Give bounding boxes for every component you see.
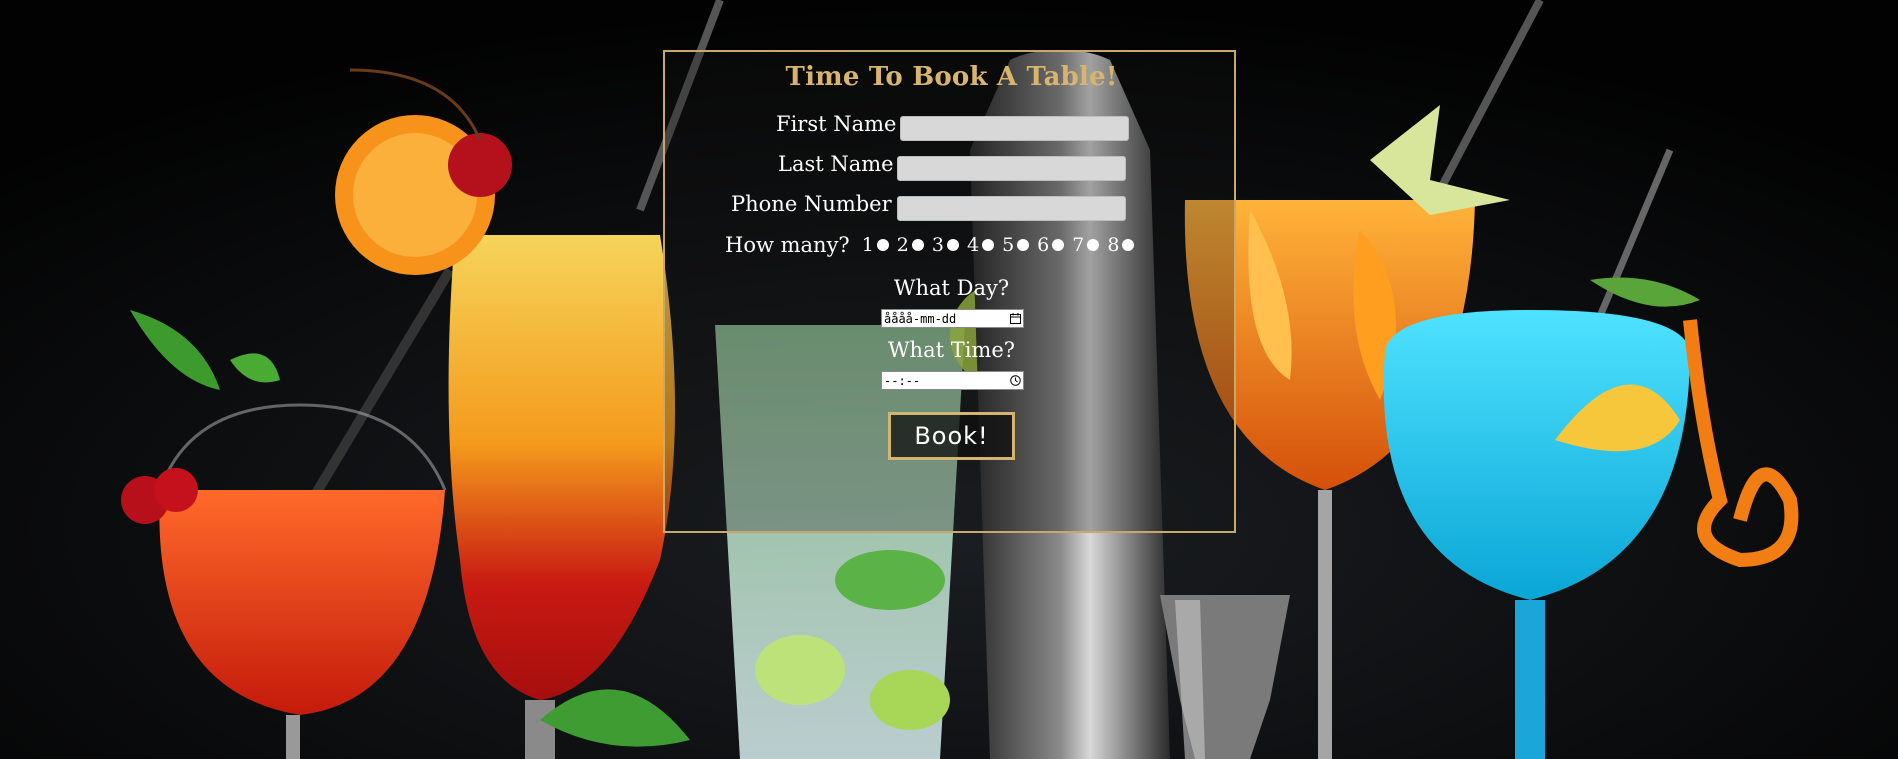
how-many-label: How many? [725, 233, 850, 257]
first-name-input[interactable] [900, 116, 1129, 141]
phone-number-label: Phone Number [731, 192, 892, 216]
first-name-label: First Name [776, 112, 897, 136]
radio-button-7[interactable] [1087, 239, 1100, 251]
book-button[interactable]: Book! [888, 412, 1015, 460]
date-input[interactable]: åååå-mm-dd [881, 309, 1024, 328]
radio-button-4[interactable] [982, 239, 995, 251]
party-size-option-6[interactable]: 6 [1037, 234, 1072, 256]
time-input[interactable]: --:-- [881, 371, 1024, 390]
party-size-option-5[interactable]: 5 [1002, 234, 1037, 256]
party-size-option-1[interactable]: 1 [862, 234, 897, 256]
party-size-option-4[interactable]: 4 [967, 234, 1002, 256]
party-size-option-8[interactable]: 8 [1107, 234, 1142, 256]
last-name-label: Last Name [778, 152, 894, 176]
last-name-input[interactable] [897, 156, 1126, 181]
phone-number-input[interactable] [897, 196, 1126, 221]
party-size-radio-group: How many? 1 2 3 4 5 6 7 8 [725, 230, 1142, 260]
radio-button-5[interactable] [1017, 239, 1030, 251]
radio-button-2[interactable] [911, 239, 924, 251]
clock-icon[interactable] [1010, 375, 1021, 386]
radio-button-1[interactable] [876, 239, 889, 251]
form-title: Time To Book A Table! [785, 62, 1118, 92]
date-input-placeholder: åååå-mm-dd [884, 311, 957, 326]
booking-form-panel: Time To Book A Table! First Name Last Na… [663, 50, 1236, 533]
party-size-option-2[interactable]: 2 [897, 234, 932, 256]
radio-button-3[interactable] [946, 239, 959, 251]
party-size-option-7[interactable]: 7 [1072, 234, 1107, 256]
what-time-label: What Time? [887, 338, 1016, 362]
calendar-icon[interactable] [1010, 313, 1021, 324]
time-input-placeholder: --:-- [884, 373, 921, 388]
radio-button-8[interactable] [1122, 239, 1135, 251]
what-day-label: What Day? [893, 276, 1010, 300]
radio-button-6[interactable] [1052, 239, 1065, 251]
party-size-option-3[interactable]: 3 [932, 234, 967, 256]
